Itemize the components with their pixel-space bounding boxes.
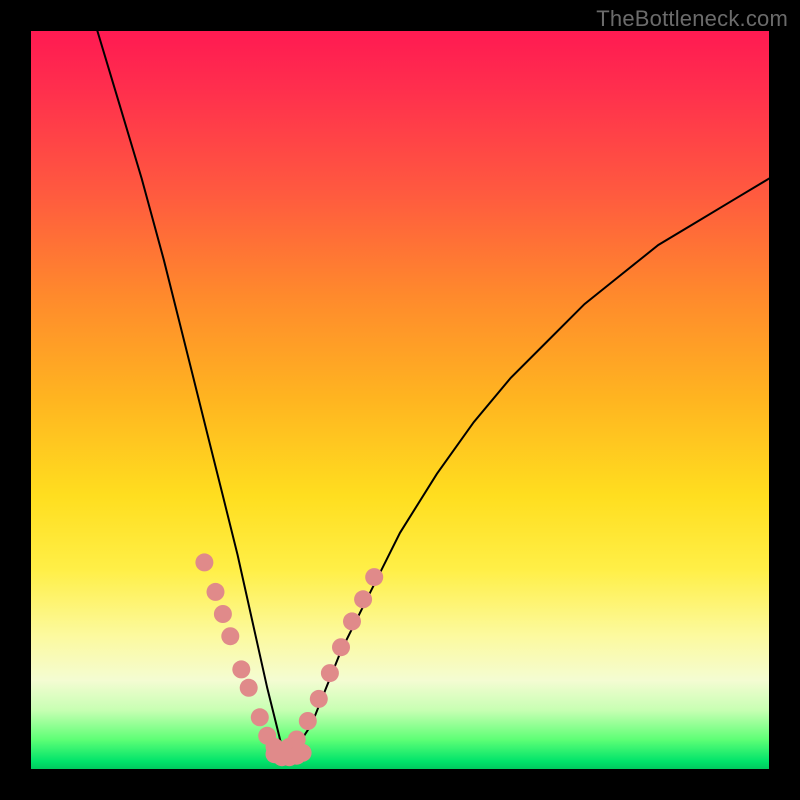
bead-dot — [221, 627, 239, 645]
bead-dot — [310, 690, 328, 708]
bead-dot — [321, 664, 339, 682]
bead-dot — [294, 744, 312, 762]
bead-dot — [299, 712, 317, 730]
bottleneck-curve — [97, 31, 769, 747]
bead-dot — [214, 605, 232, 623]
left-beads-group — [195, 553, 283, 756]
bead-dot — [207, 583, 225, 601]
bead-dot — [343, 612, 361, 630]
plot-area — [31, 31, 769, 769]
right-beads-group — [280, 568, 383, 756]
bead-dot — [365, 568, 383, 586]
bead-dot — [251, 708, 269, 726]
bead-dot — [240, 679, 258, 697]
chart-frame: TheBottleneck.com — [0, 0, 800, 800]
watermark-text: TheBottleneck.com — [596, 6, 788, 32]
bead-dot — [332, 638, 350, 656]
bead-dot — [354, 590, 372, 608]
bead-dot — [232, 660, 250, 678]
chart-svg — [31, 31, 769, 769]
bead-dot — [195, 553, 213, 571]
